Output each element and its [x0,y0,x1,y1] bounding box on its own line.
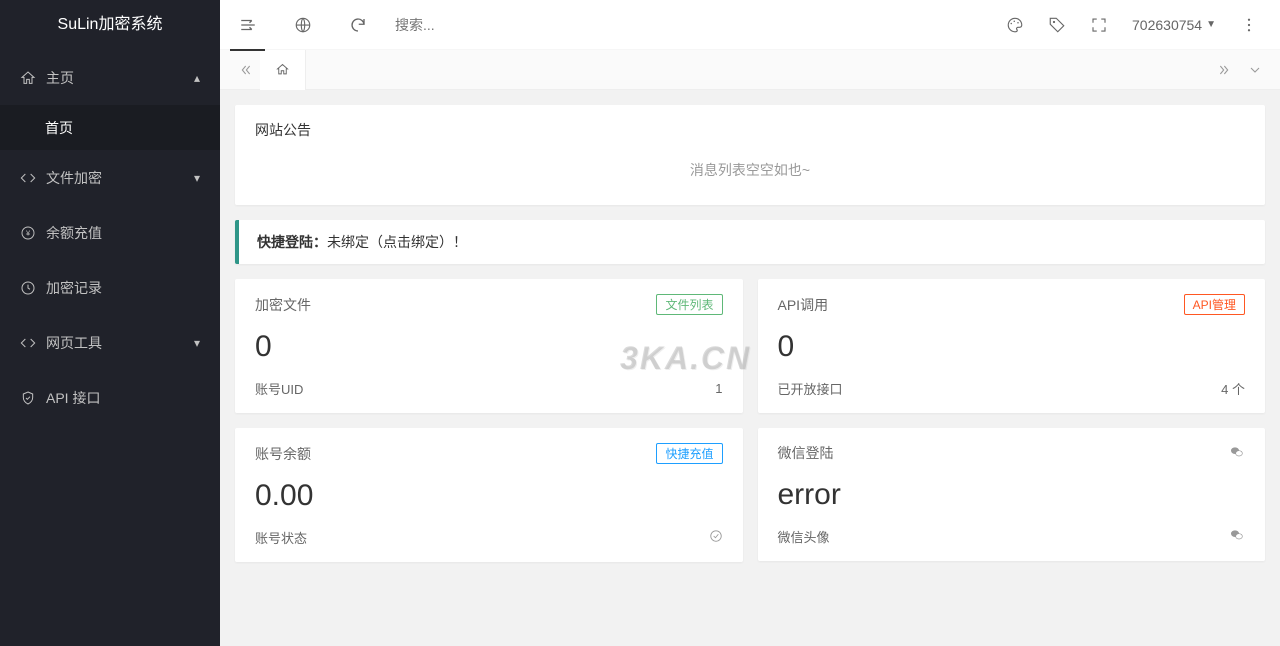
main: 702630754 ▼ 3KA.CN 网站公告 消息列表空空如也~ 快捷登陆：未… [220,0,1280,646]
announcement-card: 网站公告 消息列表空空如也~ [235,105,1265,205]
nav-label: 首页 [45,118,73,138]
header-search [385,17,994,33]
announcement-body: 消息列表空空如也~ [255,150,1245,190]
card-title: API调用 [778,295,829,315]
quick-login-alert[interactable]: 快捷登陆：未绑定（点击绑定）！ [235,220,1265,264]
nav-balance[interactable]: ¥ 余额充值 [0,205,220,260]
nav-label: 文件加密 [46,168,102,188]
card-value: 0.00 [255,479,723,513]
nav-home[interactable]: 主页 ▴ [0,50,220,105]
footer-label: 账号UID [255,379,303,398]
footer-label: 已开放接口 [778,379,843,398]
card-title: 账号余额 [255,444,311,464]
tabs-bar [220,50,1280,90]
footer-label: 微信头像 [778,527,830,546]
app-logo: SuLin加密系统 [0,0,220,50]
caret-down-icon: ▼ [1206,19,1216,30]
alert-text: 未绑定（点击绑定）！ [327,234,467,250]
theme-button[interactable] [994,0,1036,50]
user-id: 702630754 [1132,17,1202,33]
user-menu[interactable]: 702630754 ▼ [1120,0,1228,50]
tabs-body [260,50,1210,90]
chevron-down-icon: ▾ [194,336,200,350]
tabs-prev-button[interactable] [230,50,260,90]
yen-icon: ¥ [20,225,36,241]
api-manage-button[interactable]: API管理 [1184,294,1245,315]
clock-icon [20,280,36,296]
tab-home[interactable] [260,50,306,90]
code-icon [20,170,36,186]
encrypt-files-card: 加密文件 文件列表 0 账号UID 1 [235,279,743,413]
refresh-button[interactable] [330,0,385,50]
tag-button[interactable] [1036,0,1078,50]
nav-api[interactable]: API 接口 [0,370,220,425]
balance-card: 账号余额 快捷充值 0.00 账号状态 [235,428,743,562]
code-icon [20,335,36,351]
wechat-icon [1229,444,1245,463]
tabs-dropdown-button[interactable] [1240,50,1270,90]
shield-icon [20,390,36,406]
file-list-button[interactable]: 文件列表 [656,294,722,315]
content: 3KA.CN 网站公告 消息列表空空如也~ 快捷登陆：未绑定（点击绑定）！ 加密… [220,90,1280,646]
nav-label: 余额充值 [46,223,102,243]
card-value: error [778,478,1246,512]
card-value: 0 [778,330,1246,364]
wechat-login-card: 微信登陆 error 微信头像 [758,428,1266,561]
card-title: 微信登陆 [778,443,834,463]
nav-home-index[interactable]: 首页 [0,105,220,150]
more-button[interactable] [1228,0,1270,50]
header-right: 702630754 ▼ [994,0,1280,50]
globe-button[interactable] [275,0,330,50]
quick-recharge-button[interactable]: 快捷充值 [656,443,722,464]
nav-label: 主页 [46,68,74,88]
card-title: 加密文件 [255,295,311,315]
check-circle-icon [709,529,723,546]
menu-toggle-button[interactable] [220,0,275,50]
svg-text:¥: ¥ [26,228,31,237]
footer-label: 账号状态 [255,528,307,547]
fullscreen-button[interactable] [1078,0,1120,50]
nav-file-encrypt[interactable]: 文件加密 ▾ [0,150,220,205]
nav-records[interactable]: 加密记录 [0,260,220,315]
card-value: 0 [255,330,723,364]
announcement-title: 网站公告 [255,120,1245,140]
search-input[interactable] [395,17,595,33]
tabs-next-button[interactable] [1210,50,1240,90]
alert-label: 快捷登陆： [257,234,327,250]
wechat-icon [1229,527,1245,546]
footer-value: 1 [715,381,722,396]
home-icon [20,70,36,86]
chevron-down-icon: ▾ [194,171,200,185]
header: 702630754 ▼ [220,0,1280,50]
sidebar: SuLin加密系统 主页 ▴ 首页 文件加密 ▾ ¥ 余额充值 加密记录 网页工… [0,0,220,646]
nav-webtools[interactable]: 网页工具 ▾ [0,315,220,370]
nav-label: API 接口 [46,388,100,408]
api-call-card: API调用 API管理 0 已开放接口 4 个 [758,279,1266,413]
chevron-up-icon: ▴ [194,71,200,85]
nav-label: 加密记录 [46,278,102,298]
footer-value: 4 个 [1221,379,1245,398]
nav-label: 网页工具 [46,333,102,353]
